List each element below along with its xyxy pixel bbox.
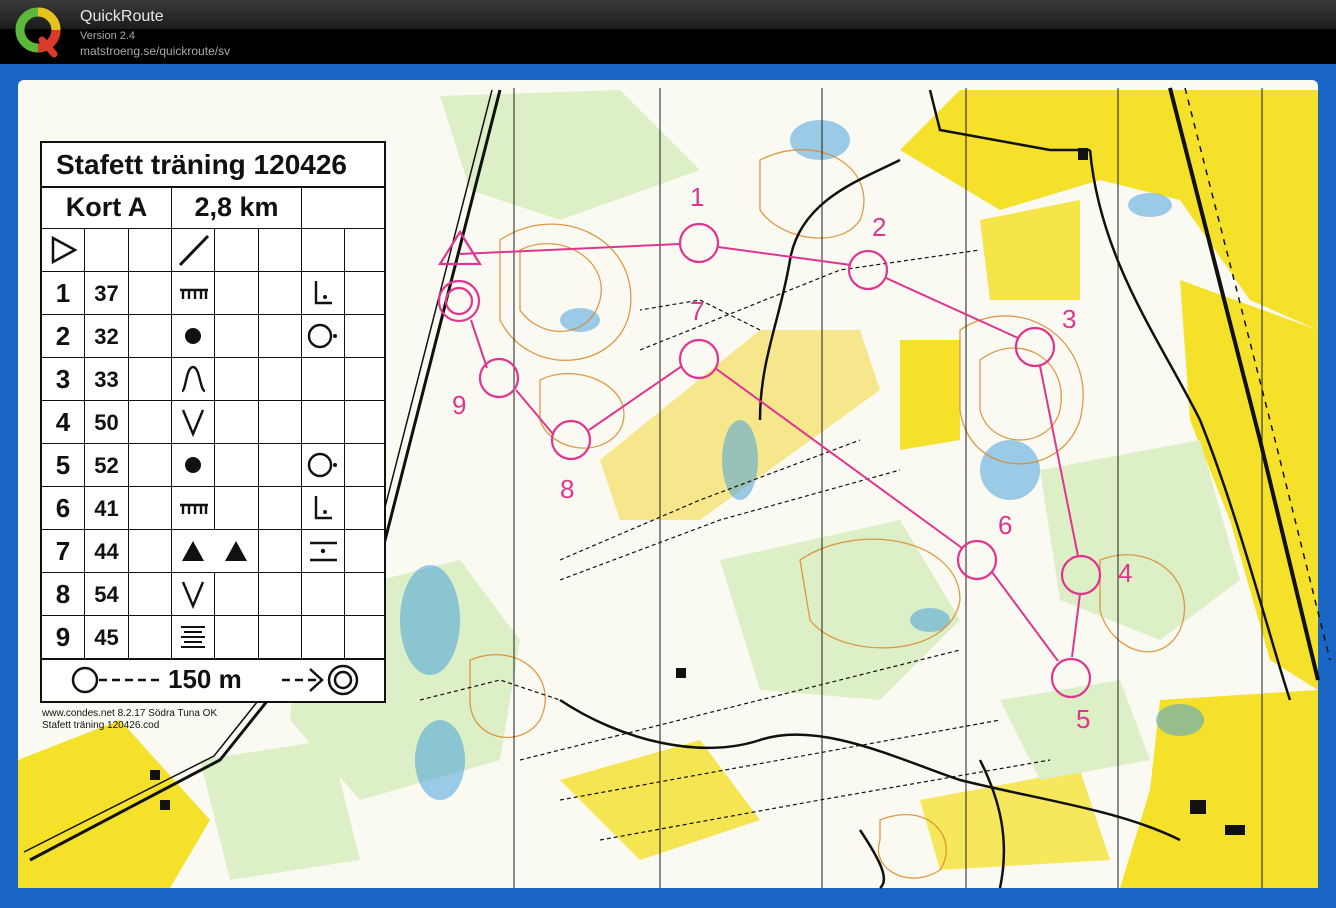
- terrace-icon: [172, 616, 215, 658]
- control-code: 45: [85, 616, 129, 658]
- tri2-icon: [172, 530, 259, 572]
- control-code: 37: [85, 272, 129, 314]
- mid-location-icon: [302, 530, 345, 572]
- control-code: 52: [85, 444, 129, 486]
- control-description-sheet: Stafett träning 120426 Kort A 2,8 km 1 37…: [40, 141, 386, 703]
- control-label-7: 7: [690, 296, 705, 326]
- course-length: 2,8 km: [172, 186, 302, 228]
- app-name: QuickRoute: [80, 8, 164, 25]
- dot-icon: [172, 444, 215, 486]
- control-label-9: 9: [452, 390, 467, 420]
- control-row: 1 37: [42, 272, 384, 315]
- gully-icon: [172, 573, 215, 615]
- control-row: 3 33: [42, 358, 384, 401]
- side-location-icon: [302, 315, 345, 357]
- control-code: 32: [85, 315, 129, 357]
- knoll-icon: [172, 358, 215, 400]
- control-number: 8: [42, 573, 85, 615]
- control-code: 41: [85, 487, 129, 529]
- control-number: 2: [42, 315, 85, 357]
- credit-line-1: www.condes.net 8.2.17 Södra Tuna OK: [42, 708, 218, 719]
- course-row: Kort A 2,8 km: [42, 186, 384, 229]
- gully-icon: [172, 401, 215, 443]
- control-code: 44: [85, 530, 129, 572]
- control-row: 9 45: [42, 616, 384, 659]
- map-credit: www.condes.net 8.2.17 Södra Tuna OK Staf…: [42, 708, 217, 732]
- control-label-2: 2: [872, 212, 887, 242]
- control-label-5: 5: [1076, 704, 1091, 734]
- control-row: 2 32: [42, 315, 384, 358]
- control-number: 4: [42, 401, 85, 443]
- control-number: 6: [42, 487, 85, 529]
- title-bar: QuickRoute Version 2.4 matstroeng.se/qui…: [0, 0, 1336, 64]
- control-label-1: 1: [690, 182, 705, 212]
- control-row: 7 44: [42, 530, 384, 573]
- control-number: 1: [42, 272, 85, 314]
- control-number: 9: [42, 616, 85, 658]
- control-code: 50: [85, 401, 129, 443]
- control-code: 54: [85, 573, 129, 615]
- crag-icon: [172, 272, 215, 314]
- control-code: 33: [85, 358, 129, 400]
- control-row: 4 50: [42, 401, 384, 444]
- event-title: Stafett träning 120426: [42, 143, 384, 188]
- path-symbol-icon: [172, 229, 215, 271]
- control-row: 5 52: [42, 444, 384, 487]
- foot-location-icon: [302, 272, 345, 314]
- start-symbol-icon: [42, 229, 85, 271]
- side-location-icon: [302, 444, 345, 486]
- course-name: Kort A: [42, 186, 172, 228]
- control-label-8: 8: [560, 474, 575, 504]
- control-row: 8 54: [42, 573, 384, 616]
- control-number: 5: [42, 444, 85, 486]
- app-version: Version 2.4: [80, 30, 136, 42]
- control-label-6: 6: [998, 510, 1013, 540]
- dot-icon: [172, 315, 215, 357]
- foot-location-icon: [302, 487, 345, 529]
- credit-line-2: Stafett träning 120426.cod: [42, 720, 160, 731]
- quickroute-logo-icon: [15, 7, 61, 58]
- control-label-4: 4: [1118, 558, 1133, 588]
- control-number: 3: [42, 358, 85, 400]
- finish-instruction: 150 m: [42, 658, 384, 701]
- start-row: [42, 229, 384, 272]
- finish-distance: 150 m: [166, 664, 244, 695]
- control-number: 7: [42, 530, 85, 572]
- crag-icon: [172, 487, 215, 529]
- control-label-3: 3: [1062, 304, 1077, 334]
- app-url[interactable]: matstroeng.se/quickroute/sv: [80, 44, 230, 58]
- control-row: 6 41: [42, 487, 384, 530]
